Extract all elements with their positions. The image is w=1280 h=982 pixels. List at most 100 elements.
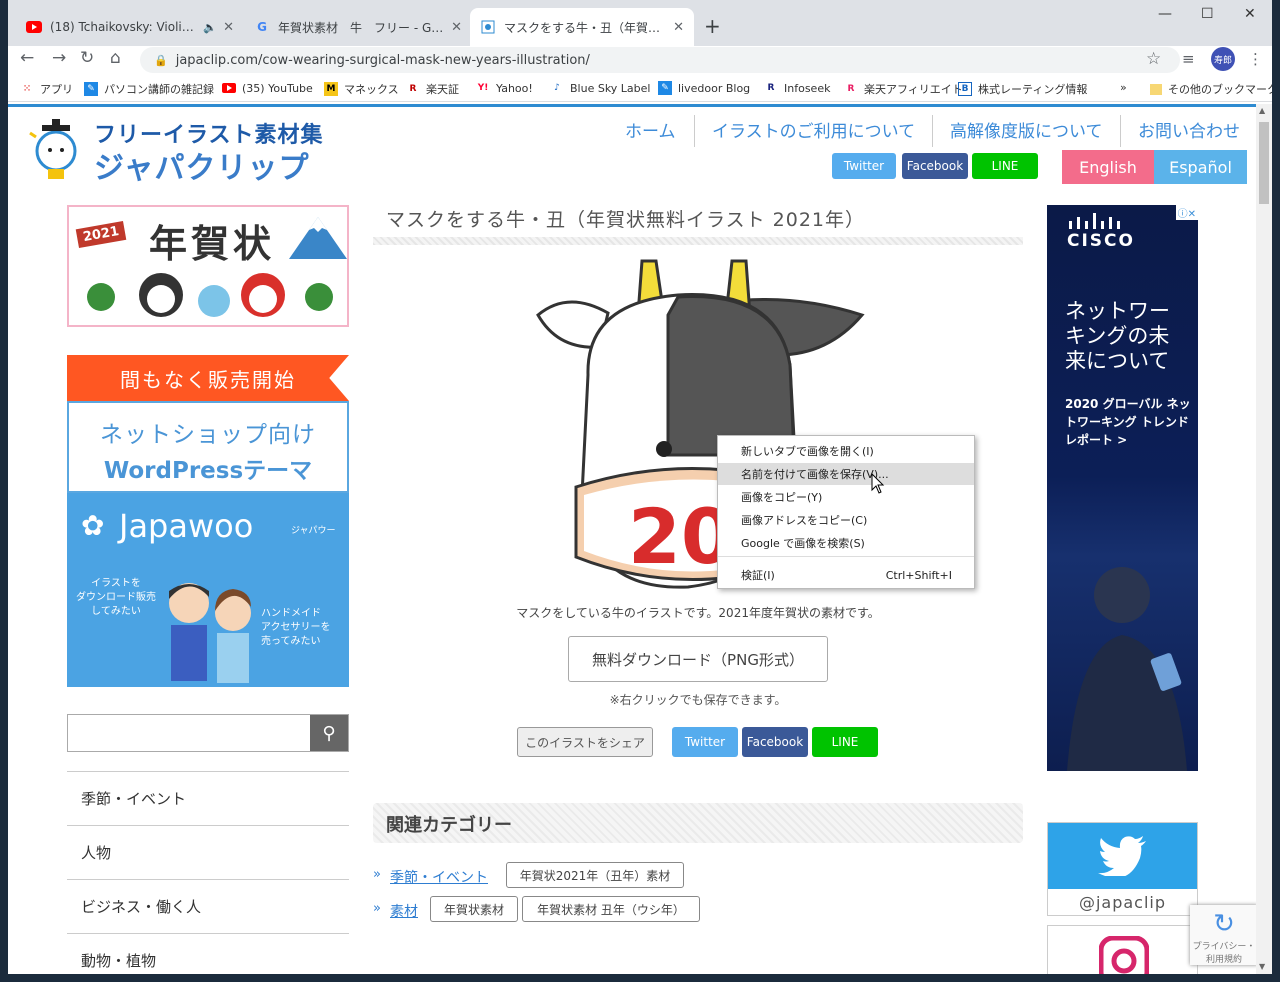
- close-tab-icon[interactable]: ✕: [223, 20, 234, 35]
- japawoo-ad-banner[interactable]: 間もなく販売開始 ネットショップ向け WordPressテーマ ✿ Japawo…: [67, 355, 349, 687]
- new-tab-icon[interactable]: +: [704, 14, 721, 38]
- bookmark-item[interactable]: (35) YouTube: [222, 81, 313, 95]
- cisco-logo-icon: [1069, 213, 1120, 229]
- twitter-follow-box[interactable]: @japaclip: [1047, 822, 1198, 916]
- illustration-caption: マスクをしている牛のイラストです。2021年度年賀状の素材です。: [516, 606, 880, 620]
- recaptcha-badge[interactable]: ↻ プライバシー・利用規約: [1190, 905, 1256, 965]
- header-facebook-button[interactable]: Facebook: [902, 153, 968, 179]
- forward-icon[interactable]: →: [52, 48, 66, 68]
- back-icon[interactable]: ←: [20, 48, 34, 68]
- site-logo-line2[interactable]: ジャパクリップ: [94, 143, 310, 187]
- bookmarks-more-icon[interactable]: »: [1120, 81, 1127, 94]
- cart-icon: ✿: [81, 509, 105, 542]
- header-line-button[interactable]: LINE: [972, 153, 1038, 179]
- download-button[interactable]: 無料ダウンロード（PNG形式）: [568, 636, 828, 682]
- menu-inspect[interactable]: 検証(I) Ctrl+Shift+I: [718, 564, 974, 586]
- folder-icon: [1150, 83, 1162, 95]
- bookmark-item[interactable]: Y! Yahoo!: [476, 81, 533, 95]
- category-link-people[interactable]: 人物: [67, 825, 349, 879]
- arrow-icon: »: [373, 901, 381, 916]
- minimize-icon[interactable]: —: [1158, 6, 1172, 22]
- youtube-icon: [26, 19, 42, 35]
- menu-open-image-new-tab[interactable]: 新しいタブで画像を開く(I): [718, 440, 974, 462]
- maximize-icon[interactable]: ☐: [1201, 6, 1214, 22]
- related-tag[interactable]: 年賀状素材: [430, 896, 518, 922]
- nav-highres[interactable]: 高解像度版について: [950, 117, 1103, 142]
- share-label: このイラストをシェア: [517, 727, 653, 757]
- related-link-material[interactable]: 素材: [390, 901, 418, 921]
- category-link-animals[interactable]: 動物・植物: [67, 933, 349, 974]
- lang-english-button[interactable]: English: [1062, 150, 1154, 184]
- profile-avatar[interactable]: 寿郎: [1211, 47, 1235, 71]
- nav-home[interactable]: ホーム: [625, 117, 676, 142]
- scroll-down-icon[interactable]: ▼: [1259, 962, 1265, 971]
- related-link-season[interactable]: 季節・イベント: [390, 867, 488, 887]
- speaker-icon[interactable]: 🔈: [203, 21, 217, 34]
- reload-icon[interactable]: ↻: [80, 48, 94, 68]
- nav-divider: [1120, 115, 1121, 147]
- related-tag[interactable]: 年賀状2021年（丑年）素材: [506, 862, 684, 888]
- bookmark-item[interactable]: ⁙ アプリ: [20, 81, 73, 97]
- instagram-box[interactable]: [1047, 925, 1198, 974]
- search-input[interactable]: [68, 715, 310, 751]
- close-window-icon[interactable]: ✕: [1244, 6, 1256, 22]
- home-icon[interactable]: ⌂: [110, 48, 121, 68]
- bookmark-item[interactable]: M マネックス: [324, 81, 399, 97]
- cisco-ad[interactable]: ⓘ✕ CISCO ネットワーキングの未来について 2020 グローバル ネットワ…: [1047, 205, 1198, 771]
- menu-copy-image-address[interactable]: 画像アドレスをコピー(C): [718, 509, 974, 531]
- related-tag[interactable]: 年賀状素材 丑年（ウシ年）: [522, 896, 700, 922]
- bookmark-item[interactable]: ✎ パソコン講師の雑記録: [84, 81, 214, 97]
- scroll-up-icon[interactable]: ▲: [1259, 106, 1265, 115]
- category-link-business[interactable]: ビジネス・働く人: [67, 879, 349, 933]
- instagram-icon: [1099, 936, 1149, 974]
- lightbulb-mascot-icon: [26, 117, 86, 183]
- share-twitter-button[interactable]: Twitter: [672, 727, 738, 757]
- bookmark-item[interactable]: ♪ Blue Sky Label: [550, 81, 650, 95]
- scrollbar-thumb[interactable]: [1259, 122, 1269, 204]
- ad-headline: ネットワーキングの未来について: [1065, 299, 1170, 373]
- rakuten-affiliate-icon: R: [847, 84, 855, 94]
- bookmark-star-icon[interactable]: ☆: [1146, 49, 1161, 69]
- share-line-button[interactable]: LINE: [812, 727, 878, 757]
- bookmark-item[interactable]: R 楽天証: [406, 81, 459, 97]
- menu-copy-image[interactable]: 画像をコピー(Y): [718, 486, 974, 508]
- nenga-banner[interactable]: 2021 年賀状: [67, 205, 349, 327]
- menu-search-google-image[interactable]: Google で画像を検索(S): [718, 532, 974, 554]
- menu-divider: [718, 556, 974, 557]
- close-tab-icon[interactable]: ✕: [451, 20, 462, 35]
- media-icon[interactable]: ≡: [1182, 50, 1195, 68]
- share-facebook-button[interactable]: Facebook: [742, 727, 808, 757]
- nav-usage[interactable]: イラストのご利用について: [712, 117, 915, 142]
- close-tab-icon[interactable]: ✕: [673, 20, 684, 35]
- tab-youtube[interactable]: (18) Tchaikovsky: Violin Conc 🔈 ✕: [16, 8, 244, 46]
- url-text: japaclip.com/cow-wearing-surgical-mask-n…: [175, 52, 590, 68]
- rating-icon: B: [958, 82, 972, 96]
- bookmark-item[interactable]: R 楽天アフィリエイト: [844, 81, 963, 97]
- tab-japaclip[interactable]: マスクをする牛・丑（年賀状無料イラ ✕: [470, 8, 694, 46]
- address-bar[interactable]: 🔒 japaclip.com/cow-wearing-surgical-mask…: [140, 47, 1180, 73]
- menu-icon[interactable]: ⋮: [1248, 50, 1263, 68]
- page-scrollbar[interactable]: ▲ ▼: [1256, 104, 1272, 974]
- search-button[interactable]: ⚲: [310, 715, 348, 751]
- yahoo-icon: Y!: [477, 83, 489, 93]
- rakuten-icon: R: [409, 84, 417, 94]
- tab-google[interactable]: G 年賀状素材 牛 フリー - Google ✕: [244, 8, 472, 46]
- twitter-bird-icon: [1048, 823, 1197, 889]
- bookmark-item[interactable]: B 株式レーティング情報: [958, 81, 1087, 97]
- youtube-icon: [222, 81, 236, 95]
- bookmark-item[interactable]: R Infoseek: [764, 81, 831, 95]
- nav-divider: [932, 115, 933, 147]
- mouse-cursor-icon: [871, 473, 885, 494]
- browser-window: (18) Tchaikovsky: Violin Conc 🔈 ✕ G 年賀状素…: [8, 0, 1272, 974]
- menu-save-image-as[interactable]: 名前を付けて画像を保存(V)...: [718, 463, 974, 485]
- nenga-year-badge: 2021: [75, 220, 127, 249]
- header-twitter-button[interactable]: Twitter: [832, 153, 896, 179]
- lang-espanol-button[interactable]: Español: [1154, 150, 1247, 184]
- web-page: フリーイラスト素材集 ジャパクリップ ホーム イラストのご利用について 高解像度…: [8, 104, 1256, 974]
- other-bookmarks[interactable]: その他のブックマーク: [1150, 81, 1272, 97]
- tab-title: マスクをする牛・丑（年賀状無料イラ: [504, 20, 667, 35]
- bookmark-item[interactable]: ✎ livedoor Blog: [658, 81, 750, 95]
- ad-choices-icon[interactable]: ⓘ✕: [1175, 205, 1198, 220]
- category-link-season[interactable]: 季節・イベント: [67, 771, 349, 825]
- nav-contact[interactable]: お問い合わせ: [1138, 117, 1240, 142]
